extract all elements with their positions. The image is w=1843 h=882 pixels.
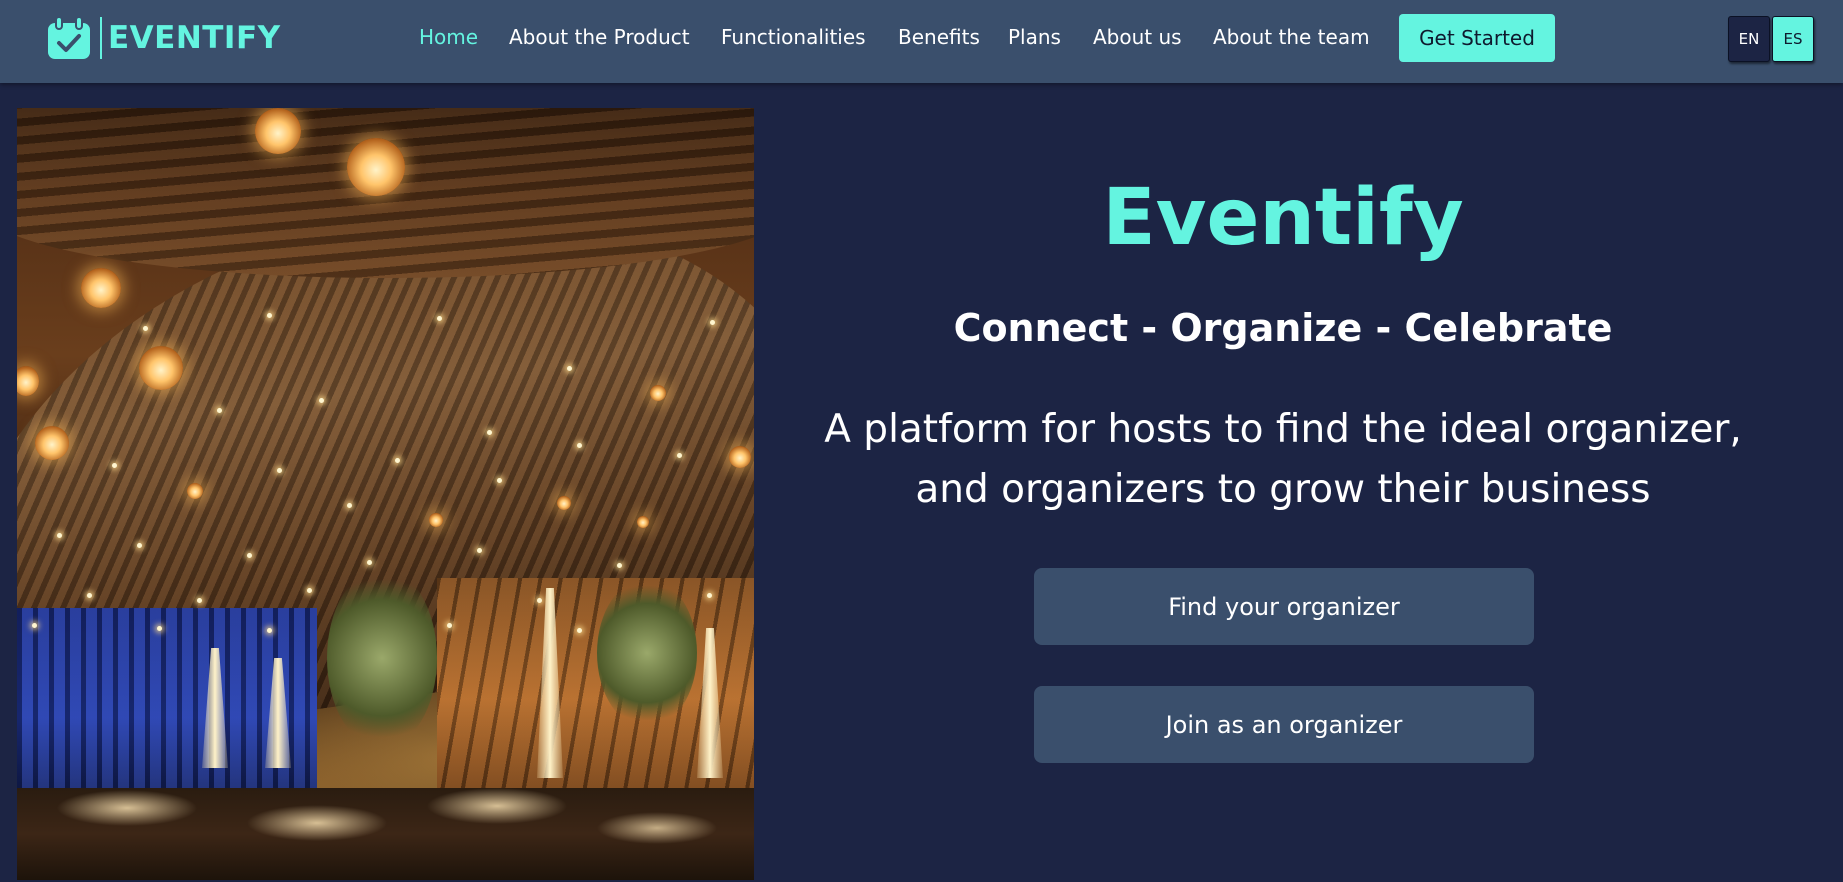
lang-es-button[interactable]: ES	[1772, 16, 1814, 62]
language-switch: EN ES	[1728, 16, 1814, 62]
hero-venue-photo	[17, 108, 754, 880]
nav-functionalities[interactable]: Functionalities	[721, 24, 866, 51]
hero-title: Eventify	[1102, 173, 1464, 263]
navbar: EVENTIFY Home About the Product Function…	[0, 0, 1843, 83]
hero-tagline: Connect - Organize - Celebrate	[953, 306, 1613, 350]
nav-about-team[interactable]: About the team	[1213, 24, 1370, 51]
hero-description: A platform for hosts to find the ideal o…	[758, 400, 1808, 520]
nav-about-product[interactable]: About the Product	[509, 24, 690, 51]
nav-about-us[interactable]: About us	[1093, 24, 1182, 51]
main-nav: Home About the Product Functionalities B…	[0, 0, 1843, 75]
get-started-button[interactable]: Get Started	[1399, 14, 1555, 62]
nav-plans[interactable]: Plans	[1008, 24, 1061, 51]
find-organizer-button[interactable]: Find your organizer	[1034, 568, 1534, 645]
hero-description-line-1: A platform for hosts to find the ideal o…	[824, 407, 1742, 452]
nav-benefits[interactable]: Benefits	[898, 24, 980, 51]
lang-en-button[interactable]: EN	[1728, 16, 1770, 62]
join-organizer-button[interactable]: Join as an organizer	[1034, 686, 1534, 763]
hero-description-line-2: and organizers to grow their business	[915, 467, 1651, 512]
nav-home[interactable]: Home	[419, 24, 478, 51]
